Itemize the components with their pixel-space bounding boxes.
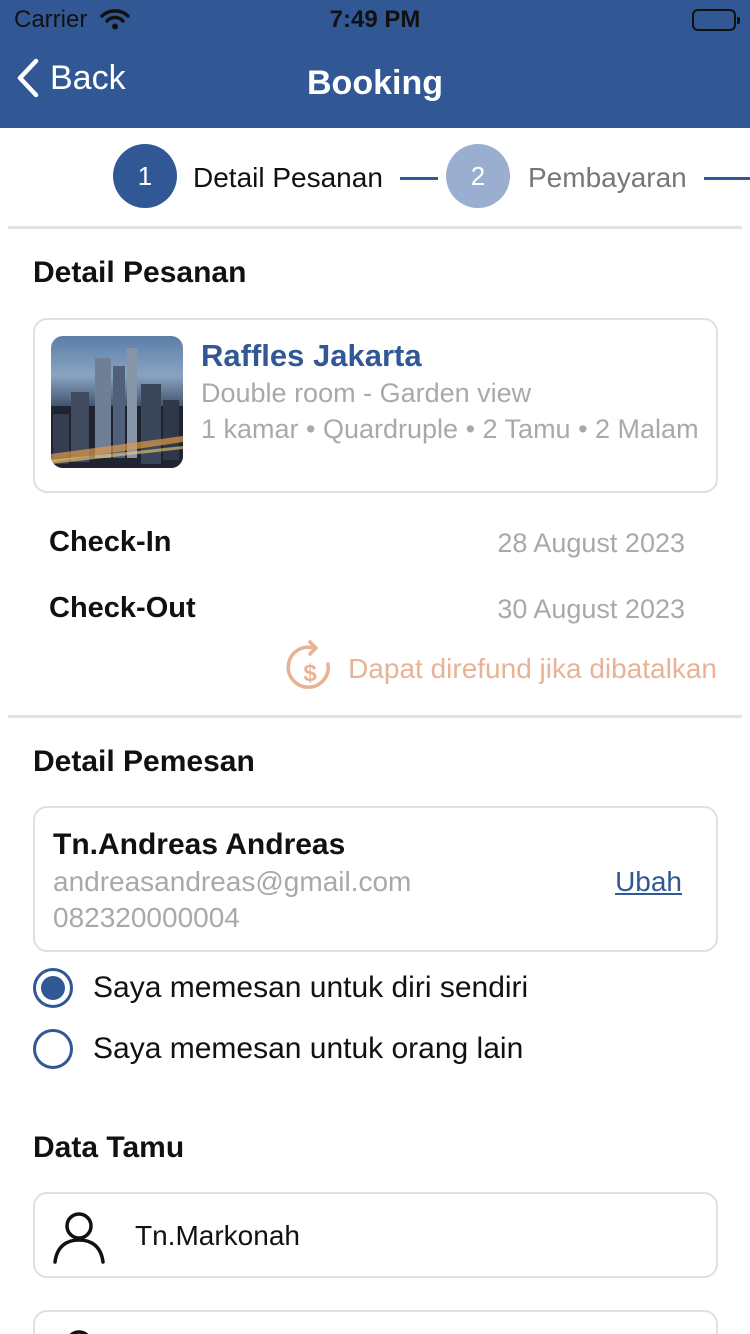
- step-1-label: Detail Pesanan: [193, 162, 383, 193]
- status-time: 7:49 PM: [329, 6, 421, 33]
- hotel-room-type: Double room - Garden view: [201, 378, 532, 408]
- radio-label: Saya memesan untuk diri sendiri: [93, 971, 529, 1004]
- battery-icon: [692, 9, 740, 31]
- guest-name: Tn.Markonah: [135, 1220, 300, 1251]
- guest-card[interactable]: [33, 1310, 718, 1334]
- check-out-label: Check-Out: [49, 592, 196, 624]
- divider: [8, 715, 742, 718]
- header: Carrier 7:49 PM Back Booking: [0, 0, 750, 128]
- hotel-card[interactable]: Raffles Jakarta Double room - Garden vie…: [33, 318, 718, 493]
- status-bar: Carrier 7:49 PM: [0, 0, 750, 40]
- radio-book-for-self[interactable]: Saya memesan untuk diri sendiri: [33, 968, 528, 1008]
- step-1-circle: 1: [113, 144, 177, 208]
- radio-book-for-other[interactable]: Saya memesan untuk orang lain: [33, 1029, 523, 1069]
- booker-name: Tn.Andreas Andreas: [53, 828, 346, 861]
- svg-text:$: $: [303, 660, 317, 687]
- section-title-guests: Data Tamu: [33, 1131, 185, 1164]
- refund-notice: $ Dapat direfund jika dibatalkan: [284, 640, 717, 698]
- step-2-label: Pembayaran: [528, 162, 687, 193]
- step-2-circle: 2: [446, 144, 510, 208]
- person-icon: [53, 1212, 105, 1264]
- radio-unselected-icon: [33, 1029, 73, 1069]
- step-connector: [704, 177, 750, 180]
- radio-label: Saya memesan untuk orang lain: [93, 1032, 524, 1065]
- nav-bar: Back Booking: [0, 40, 750, 128]
- step-connector: [400, 177, 438, 180]
- page-title: Booking: [307, 64, 443, 102]
- person-icon: [69, 1330, 89, 1334]
- hotel-image: [51, 336, 183, 468]
- radio-selected-icon: [33, 968, 73, 1008]
- stepper: 1 Detail Pesanan 2 Pembayaran: [0, 128, 750, 228]
- refund-text: Dapat direfund jika dibatalkan: [348, 653, 717, 684]
- section-title-booker: Detail Pemesan: [33, 745, 255, 778]
- hotel-stay-details: 1 kamar • Quardruple • 2 Tamu • 2 Malam: [201, 414, 699, 444]
- section-title-order: Detail Pesanan: [33, 256, 247, 289]
- guest-card[interactable]: Tn.Markonah: [33, 1192, 718, 1278]
- refund-icon: $: [286, 640, 331, 689]
- check-out-value: 30 August 2023: [497, 594, 685, 624]
- check-in-value: 28 August 2023: [497, 528, 685, 558]
- edit-booker-link[interactable]: Ubah: [615, 866, 682, 898]
- booker-email: andreasandreas@gmail.com: [53, 866, 412, 897]
- hotel-name: Raffles Jakarta: [201, 338, 422, 373]
- check-in-label: Check-In: [49, 526, 172, 558]
- booker-card: Tn.Andreas Andreas andreasandreas@gmail.…: [33, 806, 718, 952]
- booker-phone: 082320000004: [53, 902, 240, 933]
- divider: [8, 226, 742, 229]
